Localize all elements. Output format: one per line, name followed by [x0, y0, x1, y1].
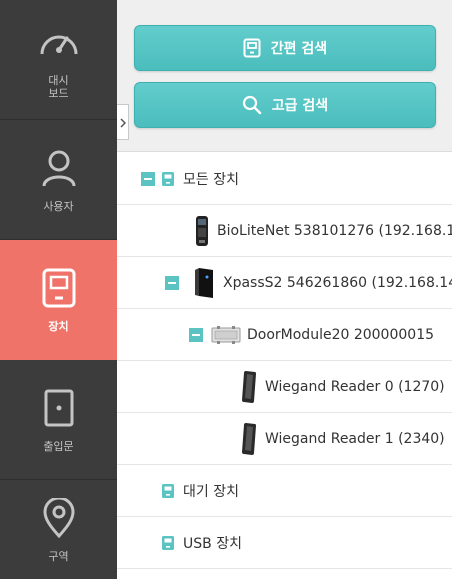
sidebar-item-devices[interactable]: 장치	[0, 240, 117, 360]
tree-row-label: DoorModule20 200000015	[247, 326, 435, 343]
tree-row-device[interactable]: BioLiteNet 538101276 (192.168.14.10)	[117, 205, 452, 257]
tree-row-label: Wiegand Reader 1 (2340)	[265, 430, 445, 447]
collapse-handle[interactable]	[117, 104, 129, 140]
collapse-toggle-icon[interactable]	[141, 171, 155, 186]
tree-row-label: Wiegand Reader 0 (1270)	[265, 378, 445, 395]
tree-row-usb-devices[interactable]: USB 장치	[117, 517, 452, 569]
tree-row-device[interactable]: Wiegand Reader 1 (2340)	[117, 413, 452, 465]
gauge-icon	[37, 20, 81, 64]
sidebar-item-users[interactable]: 사용자	[0, 120, 117, 240]
sidebar: 대시 보드 사용자 장치 출입문 구역	[0, 0, 117, 579]
search-icon	[242, 95, 262, 115]
tree-row-device[interactable]: Wiegand Reader 0 (1270)	[117, 361, 452, 413]
door-module-icon	[211, 325, 241, 345]
sidebar-item-label: 구역	[48, 550, 69, 563]
collapse-toggle-icon[interactable]	[165, 275, 179, 290]
wiegand-reader-icon	[241, 370, 257, 404]
tree-row-label: USB 장치	[183, 535, 242, 552]
sidebar-item-label: 대시 보드	[48, 73, 69, 100]
sidebar-item-label: 장치	[48, 320, 69, 333]
user-icon	[37, 146, 81, 190]
tree-row-all-devices[interactable]: 모든 장치	[117, 153, 452, 205]
tree-row-label: XpassS2 546261860 (192.168.14.11)	[223, 274, 452, 291]
sidebar-item-dashboard[interactable]: 대시 보드	[0, 0, 117, 120]
quick-search-button[interactable]: 간편 검색	[134, 25, 436, 71]
device-group-icon	[161, 483, 175, 499]
wiegand-reader-icon	[241, 422, 257, 456]
tree-row-device[interactable]: DoorModule20 200000015	[117, 309, 452, 361]
sidebar-item-zones[interactable]: 구역	[0, 480, 117, 579]
device-icon	[37, 266, 81, 310]
tree-row-label: 대기 장치	[183, 483, 239, 500]
tree-row-label: BioLiteNet 538101276 (192.168.14.10)	[217, 222, 452, 239]
sidebar-item-doors[interactable]: 출입문	[0, 360, 117, 480]
xpass-device-icon	[193, 267, 215, 299]
advanced-search-button[interactable]: 고급 검색	[134, 82, 436, 128]
collapse-toggle-icon[interactable]	[189, 327, 203, 342]
tree-row-label: 모든 장치	[183, 171, 239, 188]
device-group-icon	[161, 171, 175, 187]
tree-row-waiting-devices[interactable]: 대기 장치	[117, 465, 452, 517]
advanced-search-label: 고급 검색	[271, 98, 329, 114]
biolitenet-device-icon	[195, 215, 209, 247]
sidebar-item-label: 사용자	[43, 200, 74, 213]
device-group-icon	[161, 535, 175, 551]
map-pin-icon	[37, 496, 81, 540]
quick-search-label: 간편 검색	[270, 41, 328, 57]
device-panel: 간편 검색 고급 검색 모든 장치 BioLiteNet 538101276 (…	[117, 0, 452, 579]
tree-row-device[interactable]: XpassS2 546261860 (192.168.14.11)	[117, 257, 452, 309]
search-area: 간편 검색 고급 검색	[117, 0, 452, 152]
sidebar-item-label: 출입문	[43, 440, 74, 453]
device-icon	[243, 38, 261, 58]
door-icon	[37, 386, 81, 430]
chevron-right-icon	[119, 113, 126, 132]
